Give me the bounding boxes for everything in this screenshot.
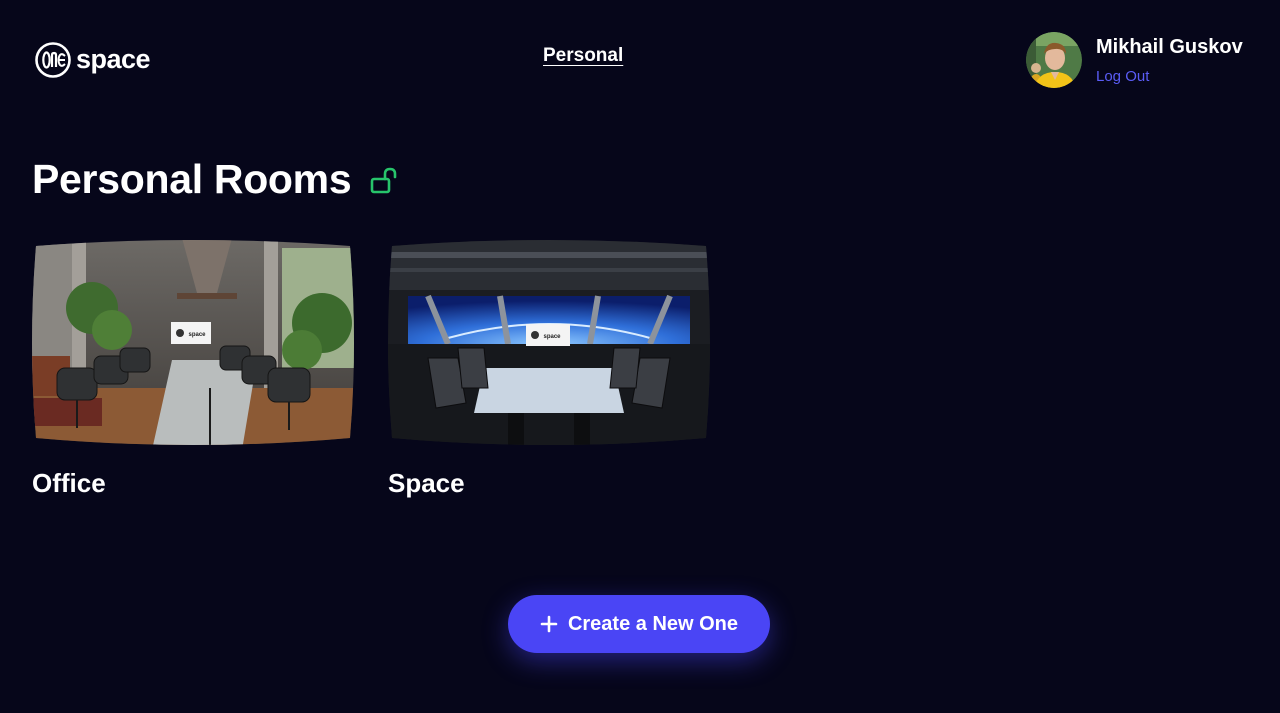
room-label-office: Office [32, 468, 106, 498]
avatar[interactable] [1026, 32, 1082, 88]
room-thumbnail-office: space [32, 240, 354, 445]
user-profile: Mikhail Guskov Log Out [1026, 32, 1243, 88]
nav-link-personal[interactable]: Personal [543, 45, 623, 67]
office-screen-text: space [188, 332, 206, 338]
room-thumbnail-space: space [388, 240, 710, 445]
section-header: Personal Rooms [32, 156, 399, 203]
logout-link[interactable]: Log Out [1096, 68, 1243, 85]
unlock-icon [371, 167, 397, 193]
logo-mark-icon [35, 42, 71, 78]
logo-text: space [76, 43, 151, 74]
space-screen-text: space [543, 334, 561, 340]
logo[interactable]: space [35, 42, 151, 78]
room-card-space[interactable]: space Space [388, 238, 710, 499]
user-name: Mikhail Guskov [1096, 36, 1243, 58]
create-room-label: Create a New One [567, 612, 739, 635]
plus-icon [540, 615, 558, 633]
page: space Personal Mikhail Guskov Log Out Pe… [0, 0, 1280, 713]
room-label-space: Space [388, 468, 465, 498]
room-card-office[interactable]: space Office [32, 238, 354, 499]
page-title: Personal Rooms [32, 156, 352, 202]
create-room-button[interactable]: Create a New One [508, 595, 770, 653]
